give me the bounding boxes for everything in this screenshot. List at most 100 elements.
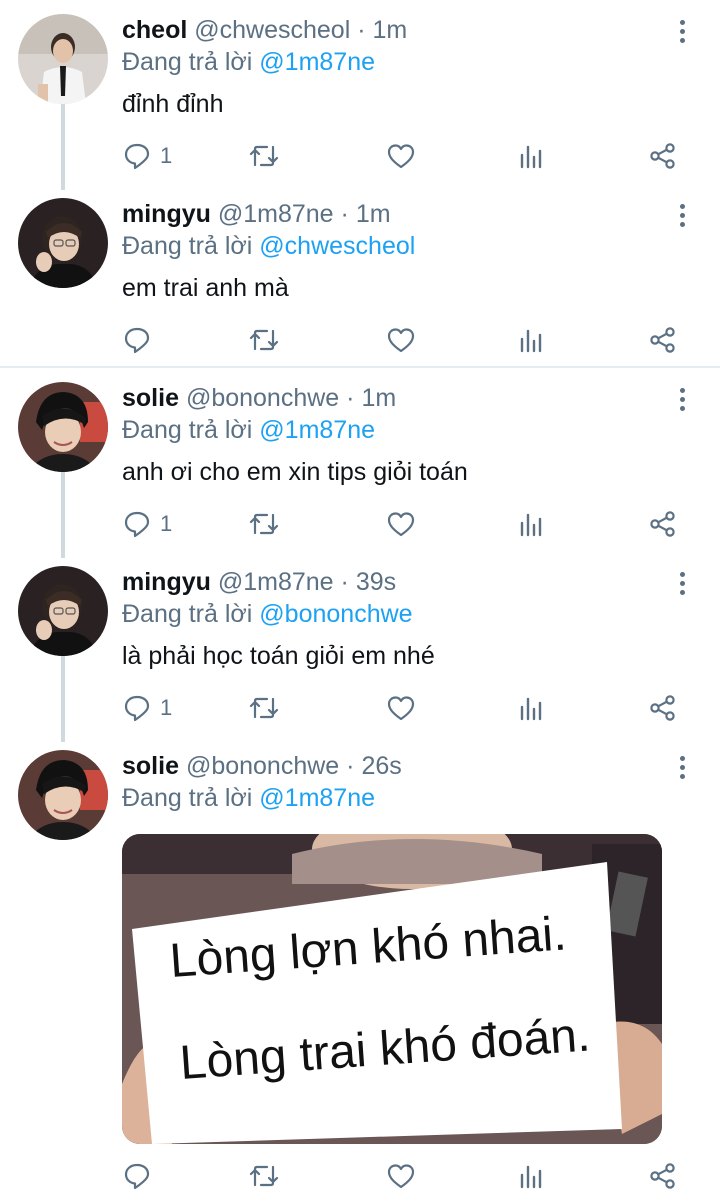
retweet-icon xyxy=(249,329,279,351)
analytics-icon xyxy=(520,697,542,721)
tweet[interactable]: mingyu @1m87ne · 1m Đang trả lời @chwesc… xyxy=(0,184,720,368)
tweet-text: đỉnh đỉnh xyxy=(122,90,224,118)
like-button[interactable] xyxy=(386,136,416,176)
tweet-actions xyxy=(122,1156,692,1196)
thread-line xyxy=(61,468,65,558)
share-icon xyxy=(650,143,675,169)
user-handle[interactable]: @bononchwe xyxy=(186,752,339,780)
display-name[interactable]: solie xyxy=(122,384,179,412)
retweet-button[interactable] xyxy=(248,136,280,176)
display-name[interactable]: cheol xyxy=(122,16,187,44)
share-button[interactable] xyxy=(648,1156,678,1196)
like-icon xyxy=(387,144,415,169)
reply-button[interactable] xyxy=(122,320,160,360)
timestamp[interactable]: 1m xyxy=(361,384,396,412)
comment-icon xyxy=(124,1163,150,1190)
more-options-icon[interactable] xyxy=(670,754,696,782)
share-button[interactable] xyxy=(648,320,678,360)
avatar[interactable] xyxy=(18,566,108,656)
avatar[interactable] xyxy=(18,382,108,472)
user-handle[interactable]: @1m87ne xyxy=(218,568,334,596)
user-handle[interactable]: @1m87ne xyxy=(218,200,334,228)
analytics-button[interactable] xyxy=(518,136,546,176)
reply-button[interactable]: 1 xyxy=(122,136,172,176)
analytics-button[interactable] xyxy=(518,688,546,728)
display-name[interactable]: mingyu xyxy=(122,568,211,596)
tweet-header: cheol @chwescheol · 1m xyxy=(122,14,407,46)
tweet-header: mingyu @1m87ne · 39s xyxy=(122,566,396,598)
avatar[interactable] xyxy=(18,198,108,288)
share-button[interactable] xyxy=(648,136,678,176)
thread-line xyxy=(61,652,65,742)
reply-count: 1 xyxy=(160,511,173,536)
user-handle[interactable]: @bononchwe xyxy=(186,384,339,412)
avatar[interactable] xyxy=(18,14,108,104)
tweet-text: là phải học toán giỏi em nhé xyxy=(122,642,435,670)
like-button[interactable] xyxy=(386,1156,416,1196)
separator: · xyxy=(340,568,349,596)
reply-button[interactable]: 1 xyxy=(122,688,172,728)
retweet-button[interactable] xyxy=(248,320,280,360)
timestamp[interactable]: 1m xyxy=(356,200,391,228)
reply-count: 1 xyxy=(160,143,173,168)
avatar[interactable] xyxy=(18,750,108,840)
share-button[interactable] xyxy=(648,688,678,728)
timestamp[interactable]: 39s xyxy=(356,568,396,596)
retweet-button[interactable] xyxy=(248,504,280,544)
tweet-text: em trai anh mà xyxy=(122,274,289,302)
reply-prefix: Đang trả lời xyxy=(122,416,253,444)
display-name[interactable]: mingyu xyxy=(122,200,211,228)
analytics-button[interactable] xyxy=(518,1156,546,1196)
separator: · xyxy=(346,752,355,780)
analytics-icon xyxy=(520,329,542,353)
user-handle[interactable]: @chwescheol xyxy=(194,16,350,44)
tweet-header: mingyu @1m87ne · 1m xyxy=(122,198,391,230)
share-button[interactable] xyxy=(648,504,678,544)
analytics-icon xyxy=(520,145,542,169)
like-button[interactable] xyxy=(386,688,416,728)
tweet[interactable]: mingyu @1m87ne · 39s Đang trả lời @bonon… xyxy=(0,552,720,742)
retweet-button[interactable] xyxy=(248,688,280,728)
reply-button[interactable]: 1 xyxy=(122,504,172,544)
more-options-icon[interactable] xyxy=(670,18,696,46)
tweet-actions: 1 xyxy=(122,136,692,176)
reply-mention[interactable]: @1m87ne xyxy=(259,784,375,812)
reply-count: 1 xyxy=(160,695,173,720)
reply-mention[interactable]: @1m87ne xyxy=(259,48,375,76)
tweet-header: solie @bononchwe · 26s xyxy=(122,750,402,782)
tweet[interactable]: cheol @chwescheol · 1m Đang trả lời @1m8… xyxy=(0,0,720,190)
like-icon xyxy=(387,696,415,721)
separator: · xyxy=(346,384,355,412)
comment-icon xyxy=(124,327,150,354)
replying-to: Đang trả lời @1m87ne xyxy=(122,782,375,814)
replying-to: Đang trả lời @bononchwe xyxy=(122,598,413,630)
tweet[interactable]: solie @bononchwe · 1m Đang trả lời @1m87… xyxy=(0,368,720,558)
timestamp[interactable]: 1m xyxy=(373,16,408,44)
like-button[interactable] xyxy=(386,320,416,360)
tweet-image[interactable]: Lòng lợn khó nhai. Lòng trai khó đoán. xyxy=(122,834,662,1144)
tweet[interactable]: solie @bononchwe · 26s Đang trả lời @1m8… xyxy=(0,736,720,1203)
retweet-button[interactable] xyxy=(248,1156,280,1196)
reply-mention[interactable]: @bononchwe xyxy=(259,600,412,628)
reply-prefix: Đang trả lời xyxy=(122,600,253,628)
reply-button[interactable] xyxy=(122,1156,160,1196)
separator: · xyxy=(357,16,366,44)
reply-mention[interactable]: @1m87ne xyxy=(259,416,375,444)
like-icon xyxy=(387,1164,415,1189)
display-name[interactable]: solie xyxy=(122,752,179,780)
more-options-icon[interactable] xyxy=(670,202,696,230)
timestamp[interactable]: 26s xyxy=(361,752,401,780)
comment-icon xyxy=(124,695,150,722)
analytics-button[interactable] xyxy=(518,320,546,360)
reply-mention[interactable]: @chwescheol xyxy=(259,232,415,260)
like-button[interactable] xyxy=(386,504,416,544)
tweet-actions: 1 xyxy=(122,688,692,728)
like-icon xyxy=(387,328,415,353)
tweet-text: anh ơi cho em xin tips giỏi toán xyxy=(122,458,468,486)
more-options-icon[interactable] xyxy=(670,386,696,414)
more-options-icon[interactable] xyxy=(670,570,696,598)
reply-prefix: Đang trả lời xyxy=(122,784,253,812)
analytics-button[interactable] xyxy=(518,504,546,544)
retweet-icon xyxy=(249,1165,279,1187)
reply-prefix: Đang trả lời xyxy=(122,48,253,76)
